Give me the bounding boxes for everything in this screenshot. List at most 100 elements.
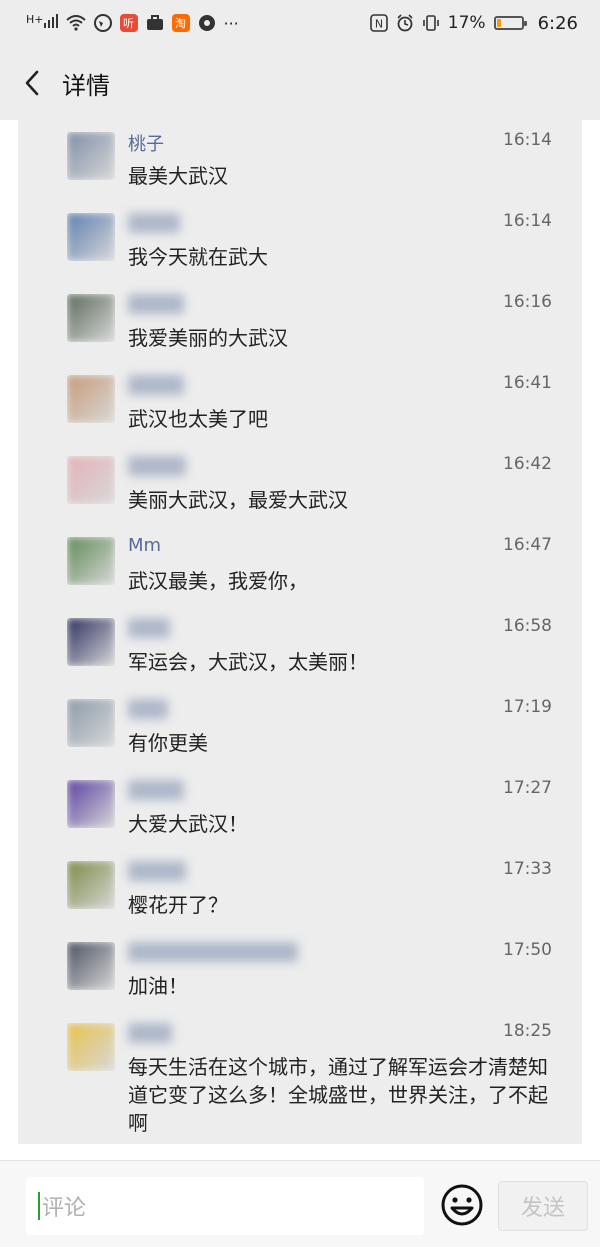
comment-row[interactable]: Mm 16:47 武汉最美，我爱你， (18, 525, 582, 606)
back-arrow-icon[interactable] (4, 46, 60, 120)
avatar-image (67, 456, 115, 504)
comment-row[interactable]: 17:19 有你更美 (18, 687, 582, 768)
commenter-name-blurred[interactable] (128, 699, 168, 719)
comment-time: 16:14 (503, 130, 552, 150)
comment-text: 最美大武汉 (128, 164, 228, 188)
comment-time: 16:16 (503, 292, 552, 312)
comment-text: 樱花开了？ (128, 893, 228, 917)
comment-row[interactable]: 17:50 加油！ (18, 930, 582, 1011)
avatar-image (67, 132, 115, 180)
comment-text: 军运会，大武汉，太美丽！ (128, 650, 368, 674)
vibrate-icon (422, 13, 440, 33)
status-bar: H+ 听 淘 ··· N 17% 6:26 (0, 0, 600, 46)
comment-row[interactable]: 18:25 每天生活在这个城市，通过了解军运会才清楚知道它变了这么多！全城盛世，世… (18, 1011, 582, 1144)
avatar[interactable] (67, 132, 115, 180)
commenter-name-blurred[interactable] (128, 861, 186, 881)
comment-time: 17:50 (503, 940, 552, 960)
avatar-image (67, 213, 115, 261)
comment-time: 18:25 (503, 1021, 552, 1041)
comment-row[interactable]: 16:42 美丽大武汉，最爱大武汉 (18, 444, 582, 525)
commenter-name-blurred[interactable] (128, 456, 186, 476)
comment-text: 有你更美 (128, 731, 208, 755)
comment-time: 16:58 (503, 616, 552, 636)
avatar-image (67, 942, 115, 990)
avatar-image (67, 294, 115, 342)
battery-percent: 17% (447, 13, 486, 33)
comment-input[interactable]: 评论 (26, 1177, 424, 1235)
status-left: H+ 听 淘 ··· (26, 13, 239, 33)
commenter-name[interactable]: 桃子 (128, 130, 164, 156)
comment-time: 16:41 (503, 373, 552, 393)
commenter-name-blurred[interactable] (128, 942, 298, 962)
avatar-image (67, 861, 115, 909)
signal-icon: H+ (26, 13, 58, 33)
comment-text: 我爱美丽的大武汉 (128, 326, 288, 350)
avatar[interactable] (67, 699, 115, 747)
network-type-label: H+ (26, 13, 44, 26)
avatar-image (67, 1023, 115, 1071)
comment-list: 桃子 16:14 最美大武汉 16:14 我今天就在武大 16:16 我爱美丽的大武汉 16:… (18, 120, 582, 1144)
more-indicator: ··· (223, 13, 239, 33)
avatar[interactable] (67, 294, 115, 342)
comment-time: 16:47 (503, 535, 552, 555)
browser-icon (93, 13, 112, 33)
comment-row[interactable]: 17:33 樱花开了？ (18, 849, 582, 930)
emoji-button[interactable] (440, 1183, 484, 1227)
commenter-name-blurred[interactable] (128, 618, 170, 638)
avatar[interactable] (67, 213, 115, 261)
commenter-name-blurred[interactable] (128, 213, 180, 233)
comment-time: 16:14 (503, 211, 552, 231)
comment-row[interactable]: 17:27 大爱大武汉！ (18, 768, 582, 849)
avatar[interactable] (67, 942, 115, 990)
comment-text: 武汉也太美了吧 (128, 407, 268, 431)
comment-row[interactable]: 16:16 我爱美丽的大武汉 (18, 282, 582, 363)
ting-app-icon: 听 (119, 14, 138, 32)
page-title: 详情 (62, 71, 110, 100)
comment-text: 美丽大武汉，最爱大武汉 (128, 488, 348, 512)
comment-placeholder: 评论 (42, 1196, 87, 1221)
comment-row[interactable]: 16:41 武汉也太美了吧 (18, 363, 582, 444)
avatar[interactable] (67, 861, 115, 909)
comment-row[interactable]: 16:58 军运会，大武汉，太美丽！ (18, 606, 582, 687)
comment-row[interactable]: 16:14 我今天就在武大 (18, 201, 582, 282)
avatar[interactable] (67, 375, 115, 423)
comment-text: 我今天就在武大 (128, 245, 268, 269)
briefcase-icon (146, 13, 164, 33)
commenter-name-blurred[interactable] (128, 375, 184, 395)
comment-time: 17:33 (503, 859, 552, 879)
send-button[interactable]: 发送 (498, 1181, 588, 1231)
status-right: N 17% 6:26 (369, 12, 578, 34)
battery-fill (496, 19, 501, 27)
taobao-icon: 淘 (171, 14, 190, 32)
battery-icon (493, 16, 527, 30)
avatar[interactable] (67, 1023, 115, 1071)
avatar-image (67, 618, 115, 666)
commenter-name-blurred[interactable] (128, 1023, 172, 1043)
avatar[interactable] (67, 537, 115, 585)
avatar-image (67, 699, 115, 747)
avatar[interactable] (67, 618, 115, 666)
svg-text:N: N (375, 18, 383, 31)
clock-time: 6:26 (537, 12, 578, 34)
avatar-image (67, 375, 115, 423)
wechat-moments-icon (198, 13, 216, 33)
commenter-name[interactable]: Mm (128, 535, 161, 556)
title-bar: 详情 (0, 46, 600, 120)
avatar[interactable] (67, 780, 115, 828)
comment-time: 17:27 (503, 778, 552, 798)
comment-time: 16:42 (503, 454, 552, 474)
commenter-name-blurred[interactable] (128, 294, 184, 314)
avatar[interactable] (67, 456, 115, 504)
comment-time: 17:19 (503, 697, 552, 717)
text-caret (38, 1192, 40, 1220)
comment-text: 加油！ (128, 974, 188, 998)
comment-text: 大爱大武汉！ (128, 812, 248, 836)
smiley-icon (441, 1184, 483, 1226)
nfc-icon: N (369, 13, 388, 33)
commenter-name-blurred[interactable] (128, 780, 184, 800)
wifi-icon (65, 13, 86, 33)
comment-text: 武汉最美，我爱你， (128, 569, 308, 593)
comment-bar: 评论 发送 (0, 1160, 600, 1247)
comment-row[interactable]: 桃子 16:14 最美大武汉 (18, 120, 582, 201)
avatar-image (67, 537, 115, 585)
